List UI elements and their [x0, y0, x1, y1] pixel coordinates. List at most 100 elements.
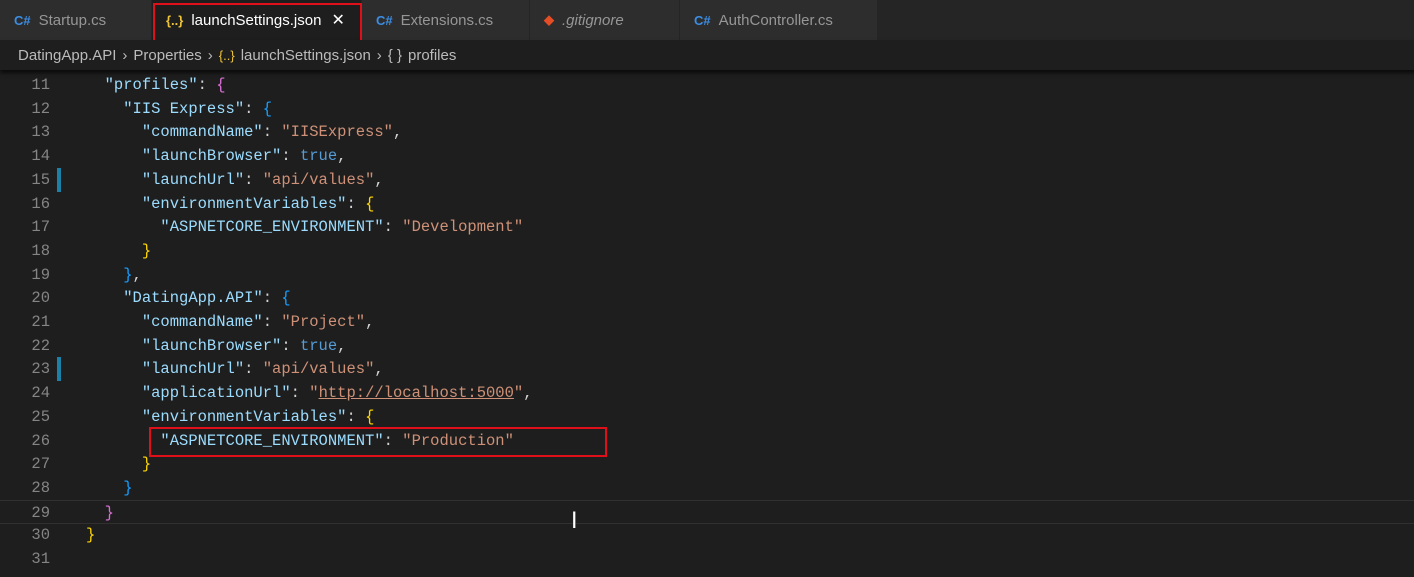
code-token: , [374, 360, 384, 379]
git-file-icon: ◆ [544, 12, 554, 27]
code-line: 15 "launchUrl": "api/values", [0, 167, 1414, 192]
line-number: 14 [31, 147, 50, 166]
code-token: : [244, 360, 263, 379]
line-number: 22 [31, 336, 50, 355]
code-token: : [346, 194, 366, 213]
code-line: 23 "launchUrl": "api/values", [0, 357, 1414, 382]
code-line: 22 "launchBrowser": true, [0, 334, 1414, 358]
code-line: 14 "launchBrowser": true, [0, 144, 1414, 168]
code-text: "ASPNETCORE_ENVIRONMENT": "Development" [86, 215, 523, 239]
code-text: }, [86, 263, 142, 287]
code-token: : [290, 384, 310, 403]
code-line: 20 "DatingApp.API": { [0, 286, 1414, 310]
code-text: "environmentVariables": { [86, 192, 375, 216]
code-text: "applicationUrl": "http://localhost:5000… [86, 381, 533, 405]
code-line: 26 "ASPNETCORE_ENVIRONMENT": "Production… [0, 429, 1414, 453]
code-token: { [262, 99, 273, 118]
line-number: 31 [31, 550, 50, 568]
code-token: : [383, 218, 403, 237]
code-token: } [141, 241, 152, 260]
code-token: : [244, 99, 263, 118]
chevron-right-icon: › [376, 46, 382, 64]
code-token: , [374, 170, 384, 189]
line-number: 23 [31, 360, 50, 379]
breadcrumb-folder[interactable]: Properties [133, 47, 201, 64]
code-token: http://localhost:5000 [318, 384, 514, 403]
code-token: "ASPNETCORE_ENVIRONMENT" [160, 218, 384, 237]
line-number: 17 [31, 218, 50, 237]
code-token: true [299, 336, 338, 355]
code-token: "launchUrl" [141, 170, 245, 189]
csharp-file-icon: C# [694, 12, 711, 28]
code-text: "launchUrl": "api/values", [86, 357, 384, 381]
code-token: : [281, 147, 300, 166]
breadcrumb-symbol[interactable]: profiles [408, 47, 456, 64]
breadcrumb: DatingApp.API › Properties › {..} launch… [0, 40, 1414, 70]
code-line: 13 "commandName": "IISExpress", [0, 120, 1414, 144]
code-text: } [86, 476, 132, 500]
line-number: 12 [31, 99, 50, 118]
line-number: 19 [31, 265, 50, 284]
code-token: : [244, 170, 263, 189]
tab-gitignore[interactable]: ◆ .gitignore [530, 0, 680, 40]
tab-label: Startup.cs [38, 11, 107, 29]
tab-label: Extensions.cs [400, 11, 494, 29]
code-token: : [281, 336, 300, 355]
git-modified-marker[interactable] [57, 357, 61, 382]
code-line: 29 } [0, 499, 1414, 524]
csharp-file-icon: C# [376, 12, 393, 28]
code-token: { [365, 407, 375, 426]
code-text: } [86, 523, 95, 547]
code-line: 21 "commandName": "Project", [0, 310, 1414, 334]
code-token: true [299, 147, 338, 166]
code-line: 19 }, [0, 263, 1414, 287]
line-number: 16 [31, 194, 50, 213]
code-token: "environmentVariables" [141, 194, 347, 213]
code-line: 27 } [0, 452, 1414, 476]
code-token: { [216, 76, 226, 94]
close-icon[interactable]: ✕ [331, 10, 344, 30]
git-modified-marker[interactable] [57, 167, 61, 192]
line-number: 13 [31, 123, 50, 142]
code-token: " [309, 384, 319, 403]
code-token: : [346, 407, 366, 426]
code-text: "ASPNETCORE_ENVIRONMENT": "Production" [86, 429, 514, 453]
code-line: 28 } [0, 476, 1414, 500]
code-token: "Development" [402, 218, 524, 237]
code-token: : [262, 123, 282, 142]
code-token: : [262, 289, 282, 308]
tab-launchsettings-json[interactable]: {..} launchSettings.json ✕ [152, 0, 362, 40]
code-token: "Project" [281, 313, 366, 331]
line-number: 30 [31, 526, 50, 545]
tab-extensions-cs[interactable]: C# Extensions.cs [362, 0, 530, 40]
tab-startup-cs[interactable]: C# Startup.cs [0, 0, 152, 40]
code-text: "profiles": { [86, 73, 226, 97]
csharp-file-icon: C# [14, 12, 31, 28]
tab-authcontroller-cs[interactable]: C# AuthController.cs [680, 0, 878, 40]
code-line: 24 "applicationUrl": "http://localhost:5… [0, 381, 1414, 405]
json-file-icon: {..} [166, 12, 184, 28]
code-line: 12 "IIS Express": { [0, 97, 1414, 121]
code-line: 25 "environmentVariables": { [0, 405, 1414, 429]
code-token: "ASPNETCORE_ENVIRONMENT" [160, 431, 384, 450]
code-token: "launchBrowser" [141, 147, 282, 166]
text-cursor-icon: I [571, 509, 578, 534]
code-token: "Production" [402, 431, 514, 450]
breadcrumb-file[interactable]: launchSettings.json [241, 47, 371, 64]
line-number: 28 [31, 478, 50, 497]
breadcrumb-project[interactable]: DatingApp.API [18, 47, 116, 64]
tab-label: .gitignore [562, 11, 624, 29]
code-token: "IIS Express" [123, 99, 245, 118]
code-token: "environmentVariables" [141, 407, 347, 426]
code-text: } [86, 239, 151, 263]
code-text: "DatingApp.API": { [86, 286, 290, 310]
line-number: 20 [31, 289, 50, 308]
code-line: 11 "profiles": { [0, 73, 1414, 97]
